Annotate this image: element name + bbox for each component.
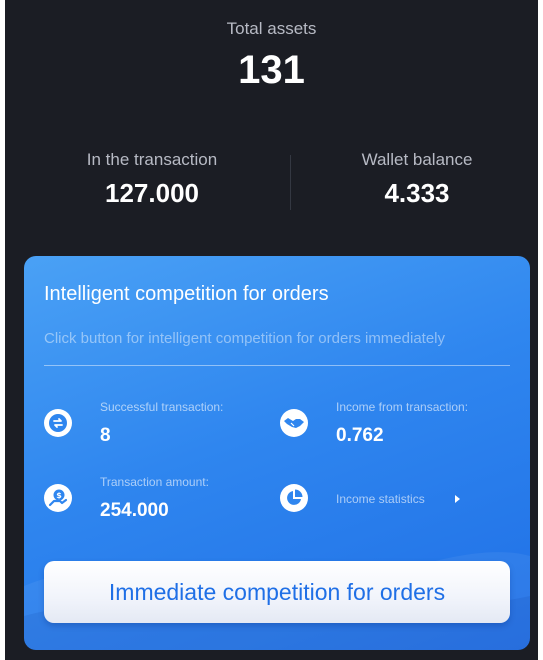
in-transaction-value: 127.000 bbox=[105, 178, 199, 208]
metric-value: 0.762 bbox=[336, 425, 384, 446]
metric-label: Successful transaction: bbox=[100, 400, 224, 414]
metric-value: 254.000 bbox=[100, 500, 169, 521]
swap-icon bbox=[44, 409, 72, 437]
card-hint: Click button for intelligent competition… bbox=[44, 330, 446, 347]
in-transaction-stat: In the transaction 127.000 bbox=[32, 150, 272, 209]
pie-chart-icon bbox=[280, 484, 308, 512]
income-statistics-label: Income statistics bbox=[336, 492, 425, 506]
total-assets-label: Total assets bbox=[226, 19, 317, 38]
wallet-balance-label: Wallet balance bbox=[361, 150, 473, 169]
wallet-balance-value: 4.333 bbox=[384, 178, 450, 208]
stat-divider bbox=[290, 155, 291, 210]
hint-underline bbox=[44, 365, 510, 366]
svg-text:$: $ bbox=[56, 491, 62, 500]
metric-label: Transaction amount: bbox=[100, 475, 209, 489]
wallet-balance-stat: Wallet balance 4.333 bbox=[297, 150, 537, 209]
metric-value: 8 bbox=[100, 425, 111, 446]
immediate-competition-button[interactable]: Immediate competition for orders bbox=[44, 561, 510, 623]
money-hand-icon: $ bbox=[44, 484, 72, 512]
metric-label: Income from transaction: bbox=[336, 400, 469, 414]
card-title: Intelligent competition for orders bbox=[44, 283, 329, 305]
caret-right-icon bbox=[455, 495, 460, 503]
handshake-icon bbox=[280, 409, 308, 437]
total-assets-value: 131 bbox=[238, 48, 305, 92]
order-competition-card: Intelligent competition for orders Click… bbox=[24, 256, 530, 650]
in-transaction-label: In the transaction bbox=[86, 150, 218, 169]
